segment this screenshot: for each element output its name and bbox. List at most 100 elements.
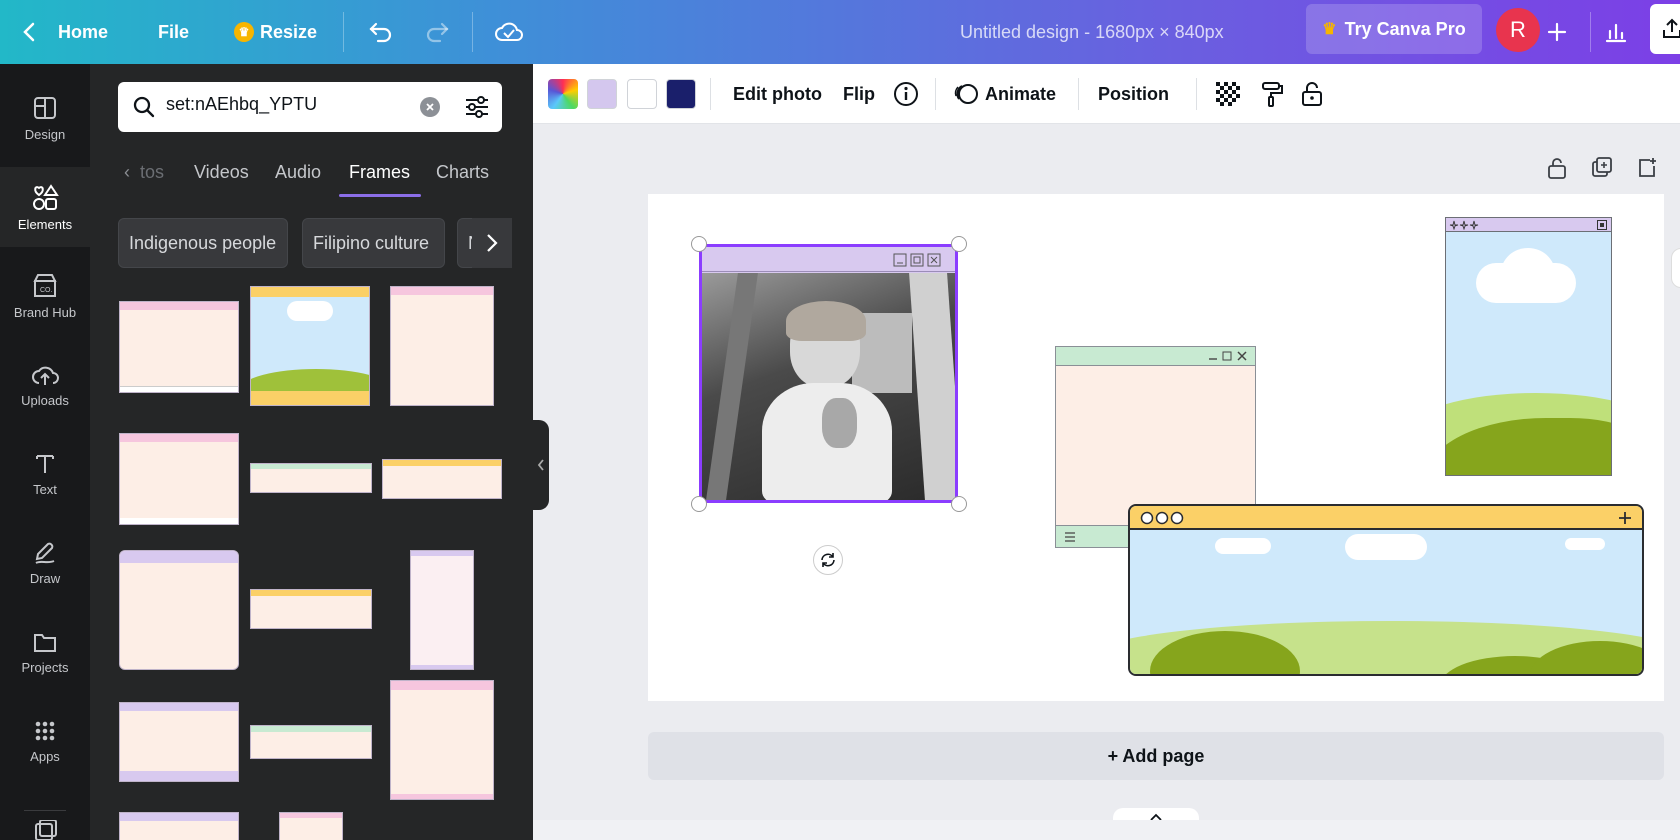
search-input[interactable] (166, 94, 416, 115)
color-swatch[interactable] (587, 79, 617, 109)
cloud-shape (1215, 538, 1271, 554)
frame-thumbnail[interactable] (390, 286, 494, 406)
resize-handle[interactable] (691, 496, 707, 512)
left-rail: Design Elements CO. Brand Hub Uploads Te… (0, 64, 90, 840)
frame-thumbnail[interactable] (410, 550, 474, 670)
insights-chart-icon[interactable] (1604, 0, 1628, 64)
paint-roller-icon[interactable] (1260, 64, 1284, 124)
search-icon (133, 96, 155, 118)
position-button[interactable]: Position (1098, 64, 1169, 124)
frame-thumbnail[interactable] (250, 463, 372, 493)
draw-icon (35, 542, 55, 564)
vertical-landscape-frame[interactable] (1445, 217, 1612, 476)
flip-button[interactable]: Flip (843, 64, 875, 124)
rail-item-text[interactable]: Text (0, 434, 90, 514)
document-title[interactable]: Untitled design - 1680px × 840px (960, 0, 1224, 64)
rail-item-projects[interactable]: Projects (0, 612, 90, 692)
share-button[interactable] (1650, 4, 1680, 54)
frame-thumbnail[interactable] (279, 812, 343, 840)
window-controls-icon (893, 253, 941, 267)
cloud-saved-icon[interactable] (494, 0, 524, 64)
frame-thumbnail[interactable] (119, 702, 239, 782)
frame-thumbnail[interactable] (250, 286, 370, 406)
cloud-shape (287, 301, 333, 321)
resize-handle[interactable] (951, 496, 967, 512)
design-icon (34, 96, 56, 119)
frame-thumbnail[interactable] (119, 433, 239, 525)
window-controls-icon (1209, 351, 1247, 361)
child-photo (702, 273, 955, 500)
transparency-icon[interactable] (1216, 64, 1240, 124)
frame-thumbnail[interactable] (119, 301, 239, 393)
photo-frame-selected[interactable] (699, 244, 958, 503)
frame-thumbnail[interactable] (250, 589, 372, 629)
resize-handle[interactable] (691, 236, 707, 252)
frame-thumbnail[interactable] (250, 725, 372, 759)
avatar[interactable]: R (1496, 8, 1540, 52)
filter-sliders-icon[interactable] (464, 95, 490, 119)
back-chevron-icon[interactable] (22, 0, 36, 64)
info-icon[interactable] (893, 64, 919, 124)
divider (1078, 78, 1079, 110)
resize-label: Resize (260, 21, 318, 42)
player-bar (251, 391, 369, 405)
frame-thumbnail[interactable] (119, 550, 239, 670)
menu-lines-icon (1065, 532, 1075, 542)
suggestion-chip[interactable]: Filipino culture (302, 218, 445, 268)
apps-icon (35, 721, 55, 740)
tabs-scroll-left-icon[interactable]: ‹ (124, 152, 130, 192)
resize-button[interactable]: ♛ Resize (234, 0, 317, 64)
frame-thumbnail[interactable] (382, 459, 502, 499)
rail-item-draw[interactable]: Draw (0, 523, 90, 603)
tab-frames[interactable]: Frames (349, 152, 410, 192)
collapse-panel-button[interactable] (533, 420, 549, 510)
resize-handle[interactable] (951, 236, 967, 252)
animate-icon (954, 84, 978, 104)
suggestion-chip[interactable]: Indigenous people (118, 218, 288, 268)
chips-scroll-right-icon[interactable] (472, 218, 512, 268)
animate-button[interactable]: Animate (953, 64, 1056, 124)
tab-videos[interactable]: Videos (194, 152, 249, 192)
divider (710, 78, 711, 110)
rail-item-brand-hub[interactable]: CO. Brand Hub (0, 256, 90, 336)
divider (472, 12, 473, 52)
tab-photos[interactable]: tos (140, 152, 164, 192)
undo-icon[interactable] (368, 0, 394, 64)
frame-thumbnail[interactable] (119, 812, 239, 840)
side-handle[interactable] (1671, 248, 1680, 288)
lock-icon[interactable] (1301, 64, 1323, 124)
rail-item-elements[interactable]: Elements (0, 167, 90, 247)
home-link[interactable]: Home (58, 0, 108, 64)
edit-photo-button[interactable]: Edit photo (733, 64, 822, 124)
tab-audio[interactable]: Audio (275, 152, 321, 192)
elements-icon (33, 183, 59, 210)
color-swatch[interactable] (627, 79, 657, 109)
try-canva-pro-button[interactable]: ♛ Try Canva Pro (1306, 4, 1482, 54)
wide-landscape-window-frame[interactable] (1128, 504, 1644, 676)
frame-title-bar (702, 247, 955, 272)
lock-page-icon[interactable] (1546, 156, 1568, 185)
more-files-icon[interactable] (32, 819, 58, 840)
design-canvas[interactable] (648, 194, 1664, 701)
rail-item-uploads[interactable]: Uploads (0, 345, 90, 425)
rotate-icon[interactable] (813, 545, 843, 575)
color-picker-rainbow[interactable] (548, 79, 578, 109)
clear-search-icon[interactable] (420, 97, 440, 117)
file-menu[interactable]: File (158, 0, 189, 64)
active-tab-indicator (339, 194, 421, 197)
duplicate-page-icon[interactable] (1591, 156, 1613, 185)
tab-charts[interactable]: Charts (436, 152, 489, 192)
add-page-icon[interactable] (1636, 156, 1658, 185)
frame-thumbnail[interactable] (390, 680, 494, 800)
bottom-status-bar (533, 820, 1680, 840)
rail-label: Text (33, 481, 57, 497)
rail-item-apps[interactable]: Apps (0, 701, 90, 781)
color-swatch[interactable] (666, 79, 696, 109)
frame-title-bar (1130, 506, 1642, 530)
redo-icon[interactable] (424, 0, 450, 64)
rail-label: Projects (21, 659, 69, 675)
add-page-button[interactable]: + Add page (648, 732, 1664, 780)
rail-label: Apps (30, 748, 60, 764)
rail-item-design[interactable]: Design (0, 78, 90, 158)
add-collaborator-icon[interactable] (1547, 0, 1567, 64)
